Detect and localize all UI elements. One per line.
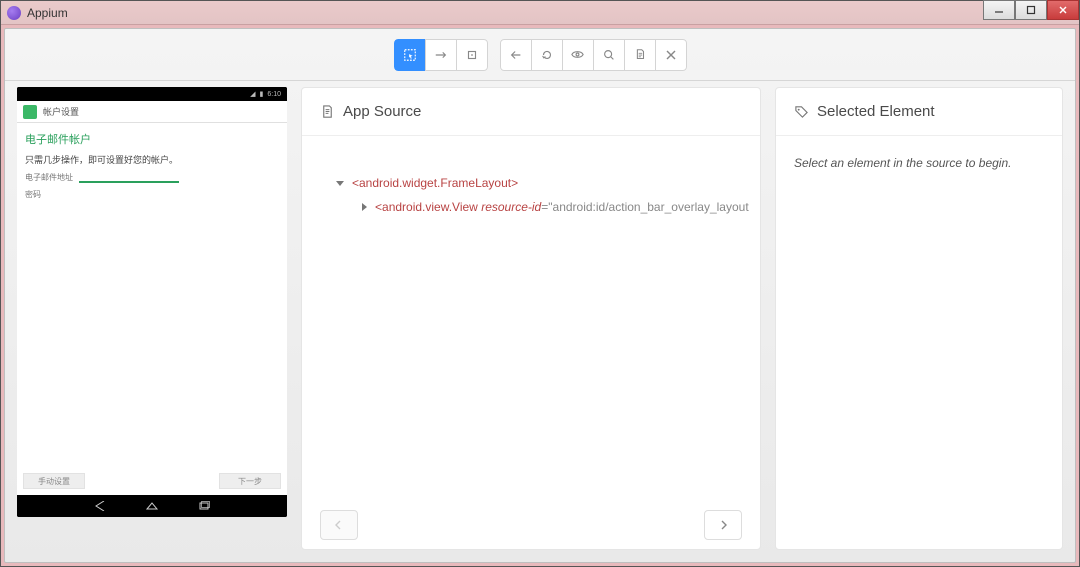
selected-element-title: Selected Element: [817, 103, 935, 120]
device-email-row: 电子邮件地址: [25, 172, 279, 183]
close-window-button[interactable]: [1047, 0, 1079, 20]
wifi-icon: ◢: [250, 90, 255, 98]
caret-right-icon[interactable]: [362, 203, 367, 211]
caret-down-icon[interactable]: [336, 181, 344, 186]
app-window: Appium: [0, 0, 1080, 567]
swipe-button[interactable]: [425, 39, 457, 71]
window-title: Appium: [27, 6, 68, 20]
window-controls: [983, 0, 1079, 20]
toolbar: [5, 29, 1075, 81]
device-navbar: [17, 495, 287, 517]
back-button[interactable]: [500, 39, 532, 71]
app-green-icon: [23, 105, 37, 119]
tree-child-attr-name: resource-id: [481, 200, 541, 214]
tap-button[interactable]: [456, 39, 488, 71]
device-password-label: 密码: [25, 189, 41, 200]
selected-element-body: Select an element in the source to begin…: [776, 136, 1062, 190]
appium-logo-icon: [7, 6, 21, 20]
close-session-button[interactable]: [655, 39, 687, 71]
nav-back-icon[interactable]: [93, 501, 107, 511]
search-button[interactable]: [593, 39, 625, 71]
selected-element-header: Selected Element: [776, 88, 1062, 136]
status-time: 6:10: [267, 91, 281, 98]
device-screen-desc: 只需几步操作，即可设置好您的帐户。: [25, 153, 279, 166]
tree-root-tag: <android.widget.FrameLayout>: [352, 176, 518, 190]
maximize-button[interactable]: [1015, 0, 1047, 20]
tree-child-content: <android.view.View resource-id="android:…: [375, 200, 749, 214]
app-source-body: <android.widget.FrameLayout> <android.vi…: [302, 136, 760, 501]
device-bottom-buttons: 手动设置 下一步: [17, 467, 287, 495]
app-source-title: App Source: [343, 103, 421, 120]
selected-element-panel: Selected Element Select an element in th…: [775, 87, 1063, 550]
device-statusbar: ◢ ▮ 6:10: [17, 87, 287, 101]
device-manual-setup-button[interactable]: 手动设置: [23, 473, 85, 489]
copy-xml-button[interactable]: [624, 39, 656, 71]
device-password-row: 密码: [25, 189, 279, 200]
device-next-button[interactable]: 下一步: [219, 473, 281, 489]
nav-recent-icon[interactable]: [197, 501, 211, 511]
tree-root-node[interactable]: <android.widget.FrameLayout>: [336, 176, 740, 190]
panels: ◢ ▮ 6:10 帐户设置 电子邮件帐户 只需几步操作，即可设置好您的帐户。: [5, 81, 1075, 562]
tree-child-open: <: [375, 200, 382, 214]
nav-home-icon[interactable]: [145, 501, 159, 511]
device-email-input[interactable]: [79, 173, 179, 183]
mode-buttons: [394, 39, 488, 71]
select-element-button[interactable]: [394, 39, 426, 71]
tag-icon: [794, 104, 809, 119]
tree-child-attr-value: android:id/action_bar_overlay_layout: [553, 200, 749, 214]
app-source-panel: App Source <android.widget.FrameLayout> …: [301, 87, 761, 550]
device-screen-content: 电子邮件帐户 只需几步操作，即可设置好您的帐户。 电子邮件地址 密码: [17, 123, 287, 208]
action-buttons: [500, 39, 687, 71]
device-app-body: 帐户设置 电子邮件帐户 只需几步操作，即可设置好您的帐户。 电子邮件地址 密码: [17, 101, 287, 495]
source-next-button[interactable]: [704, 510, 742, 540]
recording-eye-button[interactable]: [562, 39, 594, 71]
tree-child-node[interactable]: <android.view.View resource-id="android:…: [336, 200, 740, 214]
refresh-button[interactable]: [531, 39, 563, 71]
device-frame[interactable]: ◢ ▮ 6:10 帐户设置 电子邮件帐户 只需几步操作，即可设置好您的帐户。: [17, 87, 287, 517]
device-app-header-text: 帐户设置: [43, 105, 79, 118]
app-source-header: App Source: [302, 88, 760, 136]
document-icon: [320, 104, 335, 119]
device-app-header: 帐户设置: [17, 101, 287, 123]
minimize-button[interactable]: [983, 0, 1015, 20]
selected-placeholder: Select an element in the source to begin…: [794, 156, 1011, 170]
titlebar: Appium: [1, 1, 1079, 25]
content-area: ◢ ▮ 6:10 帐户设置 电子邮件帐户 只需几步操作，即可设置好您的帐户。: [4, 28, 1076, 563]
device-email-label: 电子邮件地址: [25, 172, 73, 183]
device-screen-title: 电子邮件帐户: [25, 131, 279, 147]
source-prev-button[interactable]: [320, 510, 358, 540]
app-source-footer: [302, 501, 760, 549]
battery-icon: ▮: [260, 90, 264, 98]
tree-child-tag: android.view.View: [382, 200, 478, 214]
device-panel: ◢ ▮ 6:10 帐户设置 电子邮件帐户 只需几步操作，即可设置好您的帐户。: [17, 87, 287, 550]
